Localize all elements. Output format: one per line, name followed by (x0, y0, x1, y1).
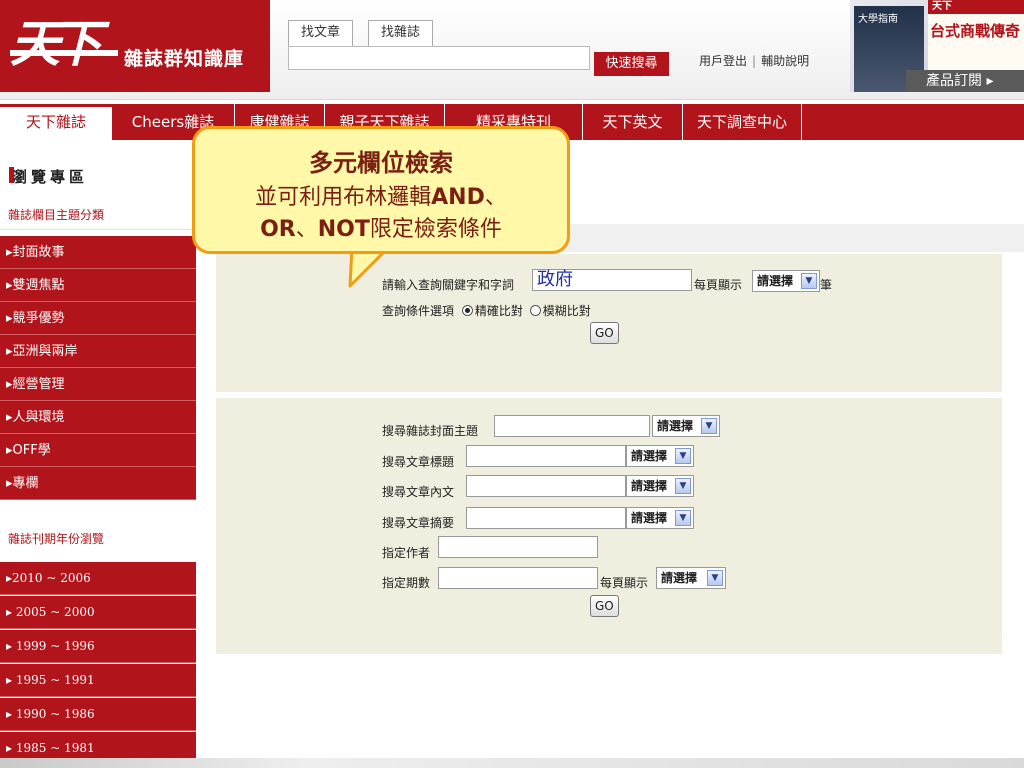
issue-input[interactable] (438, 567, 598, 589)
per-page-label: 每頁顯示 (694, 278, 743, 292)
sidebar-item-column[interactable]: ▸專欄 (0, 467, 196, 500)
advanced-search-panel: 搜尋雜誌封面主題 請選擇 ▼ 搜尋文章標題 請選擇 ▼ 搜尋文章內文 請選擇 ▼… (216, 398, 1002, 654)
sidebar-item-year-1990[interactable]: ▸ 1990 ~ 1986 (0, 698, 196, 731)
help-link[interactable]: 輔助說明 (756, 54, 814, 68)
advanced-per-page-label: 每頁顯示 (600, 576, 649, 590)
per-page-unit: 筆 (820, 278, 833, 292)
article-abstract-label: 搜尋文章摘要 (382, 516, 455, 530)
keyword-input[interactable]: 政府 (532, 269, 692, 291)
per-page-select[interactable]: 請選擇 ▼ (752, 270, 820, 292)
logo-line (10, 50, 118, 56)
quick-search-panel: 請輸入查詢關鍵字和字詞 政府 每頁顯示 請選擇 ▼ 筆 查詢條件選項 精確比對 … (216, 254, 1002, 392)
sidebar: 瀏覽專區 雜誌欄目主題分類 ▸封面故事 ▸雙週焦點 ▸競爭優勢 ▸亞洲與兩岸 ▸… (0, 140, 196, 768)
cover-topic-select[interactable]: 請選擇 ▼ (652, 415, 720, 437)
chevron-down-icon: ▼ (675, 510, 691, 526)
nav-tab-commonwealth[interactable]: 天下雜誌 (0, 104, 112, 140)
advanced-per-page-select[interactable]: 請選擇 ▼ (656, 567, 726, 589)
callout-line-2-mid: 、 (295, 217, 318, 242)
chevron-down-icon: ▼ (675, 478, 691, 494)
chevron-down-icon: ▼ (675, 448, 691, 464)
article-title-select[interactable]: 請選擇 ▼ (626, 445, 694, 467)
cover-topic-input[interactable] (494, 415, 650, 437)
article-abstract-select-value: 請選擇 (631, 511, 668, 525)
quick-search-button[interactable]: 快速搜尋 (594, 52, 669, 76)
logout-link[interactable]: 用戶登出 (694, 54, 752, 68)
sidebar-item-people-environment[interactable]: ▸人與環境 (0, 401, 196, 434)
chevron-down-icon: ▼ (707, 570, 723, 586)
article-abstract-select[interactable]: 請選擇 ▼ (626, 507, 694, 529)
callout-not: NOT (317, 217, 370, 242)
quick-search-input[interactable] (288, 46, 590, 70)
chevron-down-icon: ▼ (701, 418, 717, 434)
article-body-select-value: 請選擇 (631, 479, 668, 493)
exact-match-radio[interactable] (461, 305, 473, 316)
cover-topic-select-value: 請選擇 (657, 419, 694, 433)
site-header: 天下 雜誌群知識庫 找文章 找雜誌 快速搜尋 用戶登出 | 輔助說明 大學指南 天下… (0, 0, 1024, 100)
advanced-go-button[interactable]: GO (590, 595, 619, 617)
callout-title: 多元欄位檢索 (309, 149, 453, 177)
sidebar-item-year-1995[interactable]: ▸ 1995 ~ 1991 (0, 664, 196, 697)
browse-heading: 瀏覽專區 (8, 167, 89, 186)
callout-and: AND (431, 185, 485, 210)
page-root: 天下 雜誌群知識庫 找文章 找雜誌 快速搜尋 用戶登出 | 輔助說明 大學指南 天下… (0, 0, 1024, 768)
article-body-input[interactable] (466, 475, 626, 497)
callout-line-1: 並可利用布林邏輯AND、 (195, 179, 567, 211)
tab-find-article[interactable]: 找文章 (288, 20, 354, 46)
fuzzy-match-radio[interactable] (529, 305, 541, 316)
fuzzy-match-label: 模糊比對 (542, 304, 591, 318)
site-logo[interactable]: 天下 雜誌群知識庫 (0, 0, 270, 92)
top-links: 用戶登出 | 輔助說明 (694, 52, 814, 69)
article-title-input[interactable] (466, 445, 626, 467)
sidebar-item-year-1999[interactable]: ▸ 1999 ~ 1996 (0, 630, 196, 663)
per-page-select-value: 請選擇 (757, 274, 794, 288)
article-title-select-value: 請選擇 (631, 449, 668, 463)
magazine-cover-2-masthead: 天下 (928, 0, 1024, 14)
product-order-button[interactable]: 產品訂閱 ▸ (906, 70, 1024, 92)
quick-go-button[interactable]: GO (590, 322, 619, 344)
tab-find-magazine[interactable]: 找雜誌 (368, 20, 434, 46)
sidebar-item-off[interactable]: ▸OFF學 (0, 434, 196, 467)
callout-box: 多元欄位檢索 並可利用布林邏輯AND、 OR、NOT限定檢索條件 (192, 126, 570, 254)
callout-line-1-pre: 並可利用布林邏輯 (255, 185, 432, 210)
callout-or: OR (260, 217, 296, 242)
logo-mark: 天下 (10, 14, 102, 73)
article-body-select[interactable]: 請選擇 ▼ (626, 475, 694, 497)
issue-label: 指定期數 (382, 576, 431, 590)
sidebar-item-year-2005[interactable]: ▸ 2005 ~ 2000 (0, 596, 196, 629)
magazine-cover-2: 天下 台式商戰傳奇 (928, 0, 1024, 72)
article-abstract-input[interactable] (466, 507, 626, 529)
logo-text: 雜誌群知識庫 (124, 48, 245, 70)
exact-match-label: 精確比對 (474, 304, 523, 318)
match-option-label: 查詢條件選項 (382, 304, 455, 318)
magazine-cover-2-headline: 台式商戰傳奇 (930, 22, 1021, 40)
nav-tab-english[interactable]: 天下英文 (582, 104, 682, 140)
chevron-down-icon: ▼ (801, 273, 817, 289)
year-heading: 雜誌刊期年份瀏覽 (8, 532, 105, 546)
cover-topic-label: 搜尋雜誌封面主題 (382, 424, 479, 438)
nav-tab-survey[interactable]: 天下調查中心 (682, 104, 802, 140)
category-heading: 雜誌欄目主題分類 (0, 200, 196, 230)
article-title-label: 搜尋文章標題 (382, 455, 455, 469)
sidebar-item-cover-story[interactable]: ▸封面故事 (0, 236, 196, 269)
sidebar-item-asia-cross-strait[interactable]: ▸亞洲與兩岸 (0, 335, 196, 368)
callout-line-2: OR、NOT限定檢索條件 (195, 211, 567, 243)
sidebar-item-year-2010[interactable]: ▸2010 ~ 2006 (0, 562, 196, 595)
article-body-label: 搜尋文章內文 (382, 485, 455, 499)
sidebar-item-biweekly-focus[interactable]: ▸雙週焦點 (0, 269, 196, 302)
callout-line-2-post: 限定檢索條件 (369, 217, 502, 242)
author-input[interactable] (438, 536, 598, 558)
sidebar-item-management[interactable]: ▸經營管理 (0, 368, 196, 401)
advanced-per-page-select-value: 請選擇 (661, 571, 698, 585)
author-label: 指定作者 (382, 546, 431, 560)
match-option-row: 查詢條件選項 精確比對 模糊比對 (382, 302, 591, 319)
callout-line-1-post: 、 (484, 185, 507, 210)
sidebar-item-competitive-edge[interactable]: ▸競爭優勢 (0, 302, 196, 335)
bottom-strip (0, 758, 1024, 768)
magazine-cover-1-text: 大學指南 (858, 14, 898, 25)
